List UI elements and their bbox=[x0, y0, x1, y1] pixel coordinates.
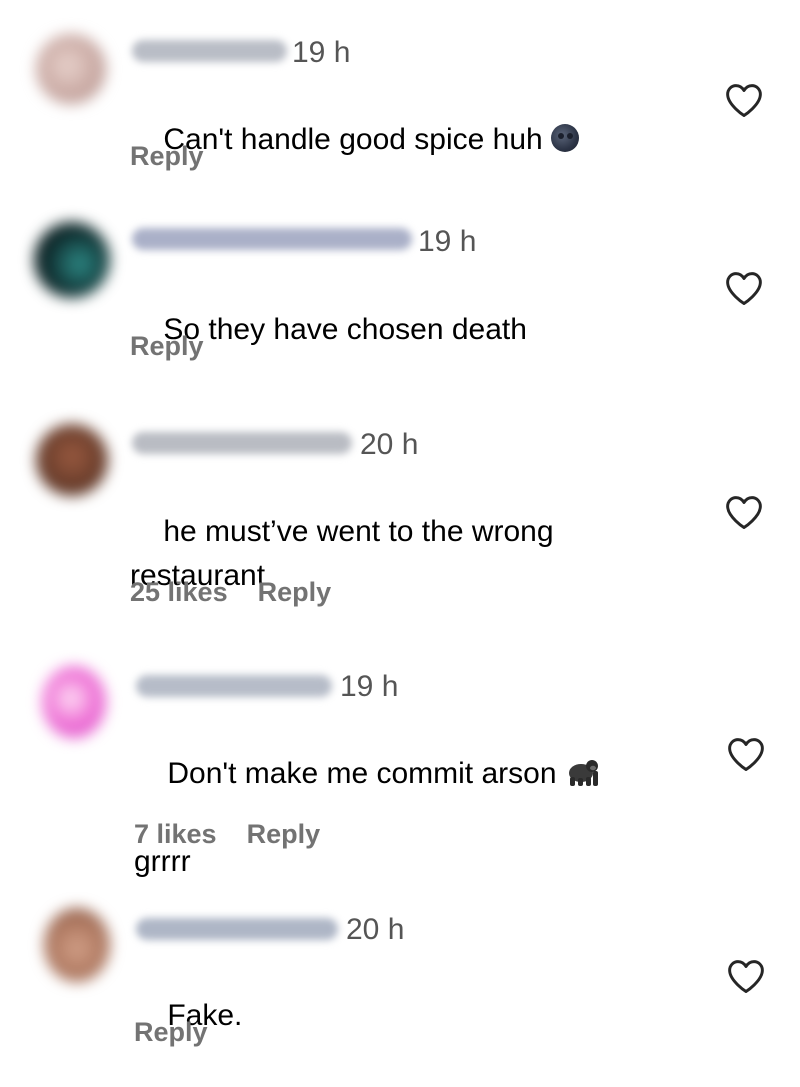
username-blurred[interactable] bbox=[132, 228, 412, 250]
reply-button[interactable]: Reply bbox=[130, 331, 204, 361]
heart-outline-icon[interactable] bbox=[724, 82, 764, 118]
reply-button[interactable]: Reply bbox=[134, 1017, 208, 1047]
avatar[interactable] bbox=[42, 666, 106, 738]
comment-actions: 7 likes Reply bbox=[134, 818, 320, 850]
username-blurred[interactable] bbox=[136, 675, 332, 697]
avatar[interactable] bbox=[44, 908, 110, 982]
comment-timestamp: 19 h bbox=[292, 36, 351, 69]
comment-text: So they have chosen death bbox=[130, 264, 670, 396]
comment-timestamp: 20 h bbox=[346, 913, 405, 946]
username-blurred[interactable] bbox=[136, 918, 338, 940]
likes-count[interactable]: 25 likes bbox=[130, 577, 228, 607]
reply-button[interactable]: Reply bbox=[247, 819, 321, 849]
comment-text: he must’ve went to the wrong restaurant bbox=[130, 466, 670, 642]
username-blurred[interactable] bbox=[132, 432, 352, 454]
heart-outline-icon[interactable] bbox=[726, 736, 766, 772]
comment-timestamp: 20 h bbox=[360, 428, 419, 461]
username-blurred[interactable] bbox=[132, 40, 287, 62]
avatar[interactable] bbox=[34, 222, 110, 298]
avatar[interactable] bbox=[36, 34, 106, 104]
comment-actions: Reply bbox=[130, 330, 204, 362]
reply-button[interactable]: Reply bbox=[258, 577, 332, 607]
comment-actions: 25 likes Reply bbox=[130, 576, 331, 608]
comment-text-content: Can't handle good spice huh bbox=[163, 123, 543, 156]
comment-actions: Reply bbox=[130, 140, 204, 172]
comment-timestamp: 19 h bbox=[340, 670, 399, 703]
new-moon-face-emoji-icon bbox=[550, 124, 579, 152]
comment-text: Can't handle good spice huh bbox=[130, 74, 670, 206]
heart-outline-icon[interactable] bbox=[724, 270, 764, 306]
comment-timestamp: 19 h bbox=[418, 225, 477, 258]
gorilla-emoji-icon bbox=[568, 760, 598, 786]
reply-button[interactable]: Reply bbox=[130, 141, 204, 171]
comment-actions: Reply bbox=[134, 1016, 208, 1048]
heart-outline-icon[interactable] bbox=[726, 958, 766, 994]
comment-text-content: Don't make me commit arson bbox=[167, 757, 557, 790]
likes-count[interactable]: 7 likes bbox=[134, 819, 217, 849]
avatar[interactable] bbox=[36, 424, 108, 496]
comment-text: Fake. bbox=[134, 950, 674, 1082]
heart-outline-icon[interactable] bbox=[724, 494, 764, 530]
comment-text-content: So they have chosen death bbox=[163, 313, 527, 346]
